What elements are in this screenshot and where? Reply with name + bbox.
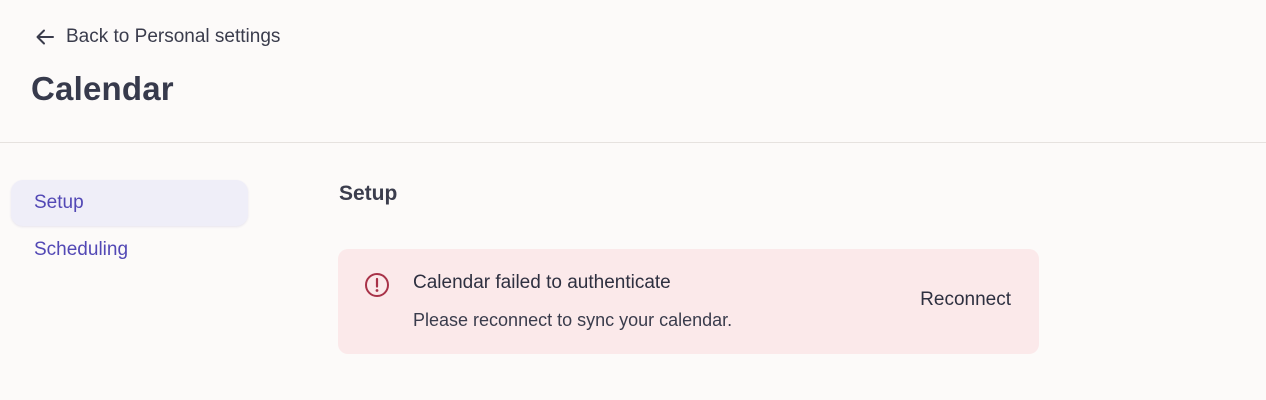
sidebar-item-setup[interactable]: Setup [11, 180, 248, 226]
page-title: Calendar [31, 70, 174, 107]
section-title: Setup [339, 182, 398, 205]
sidebar-item-label: Scheduling [34, 239, 129, 260]
alert-title: Calendar failed to authenticate [413, 272, 671, 293]
back-to-personal-settings-link[interactable]: Back to Personal settings [34, 26, 280, 48]
back-link-label: Back to Personal settings [66, 26, 281, 47]
settings-sidebar: Setup Scheduling [11, 180, 248, 274]
sidebar-item-label: Setup [34, 192, 84, 213]
page-header: Back to Personal settings Calendar [0, 0, 1266, 143]
sidebar-item-scheduling[interactable]: Scheduling [11, 227, 248, 273]
arrow-left-icon [34, 26, 56, 48]
reconnect-button[interactable]: Reconnect [920, 289, 1011, 311]
calendar-auth-error-alert: Calendar failed to authenticate Please r… [338, 249, 1039, 354]
alert-description: Please reconnect to sync your calendar. [413, 310, 733, 330]
alert-circle-icon [363, 271, 391, 299]
